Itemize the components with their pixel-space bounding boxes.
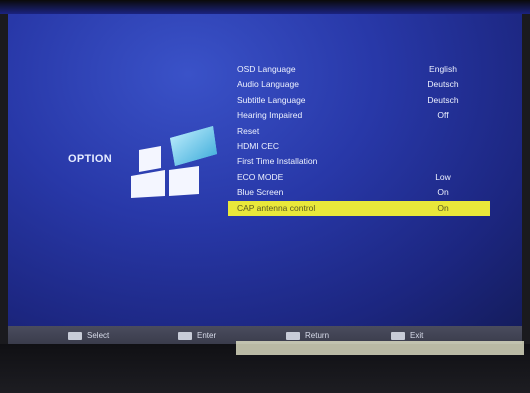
- menu-item-cap-antenna-control[interactable]: CAP antenna control On: [228, 200, 490, 216]
- menu-item-hdmi-cec[interactable]: HDMI CEC: [228, 139, 490, 154]
- exit-key-icon: [391, 331, 405, 340]
- menu-item-value: Deutsch: [427, 94, 459, 105]
- menu-item-eco-mode[interactable]: ECO MODE Low: [228, 170, 490, 185]
- menu-item-value: Low: [435, 171, 451, 182]
- highlight-afterimage: [236, 341, 524, 355]
- hint-label: Enter: [197, 331, 217, 340]
- menu-item-value: On: [437, 202, 449, 213]
- menu-item-first-time-installation[interactable]: First Time Installation: [228, 154, 490, 169]
- option-menu: OSD Language English Audio Language Deut…: [228, 62, 490, 216]
- hint-enter: Enter: [178, 330, 216, 341]
- menu-item-label: Audio Language: [237, 79, 299, 90]
- menu-item-reset[interactable]: Reset: [228, 124, 490, 139]
- menu-item-label: Reset: [237, 125, 260, 136]
- menu-item-subtitle-language[interactable]: Subtitle Language Deutsch: [228, 93, 490, 108]
- menu-item-hearing-impaired[interactable]: Hearing Impaired Off: [228, 108, 490, 123]
- menu-item-label: HDMI CEC: [237, 140, 280, 151]
- enter-key-icon: [178, 331, 192, 340]
- option-logo-icon: [131, 126, 217, 198]
- menu-item-value: English: [429, 64, 457, 74]
- hint-return: Return: [286, 330, 329, 341]
- menu-item-label: CAP antenna control: [237, 202, 316, 213]
- menu-item-osd-language[interactable]: OSD Language English: [228, 62, 490, 77]
- menu-item-blue-screen[interactable]: Blue Screen On: [228, 185, 490, 200]
- hint-label: Exit: [410, 331, 424, 340]
- menu-item-audio-language[interactable]: Audio Language Deutsch: [228, 77, 490, 92]
- menu-item-label: Hearing Impaired: [237, 110, 303, 121]
- return-key-icon: [286, 331, 300, 340]
- menu-item-label: OSD Language: [237, 64, 296, 74]
- hint-exit: Exit: [391, 330, 423, 341]
- menu-title: OPTION: [68, 153, 112, 165]
- menu-item-label: Blue Screen: [237, 187, 284, 198]
- menu-item-value: Off: [437, 110, 449, 121]
- select-key-icon: [68, 331, 82, 340]
- menu-item-label: Subtitle Language: [237, 94, 306, 105]
- menu-item-value: Deutsch: [427, 79, 459, 90]
- hint-label: Select: [87, 331, 110, 340]
- hint-select: Select: [68, 330, 109, 341]
- menu-item-value: On: [437, 187, 449, 198]
- menu-item-label: First Time Installation: [237, 156, 318, 167]
- hint-label: Return: [305, 331, 330, 340]
- tv-bezel-top: [0, 0, 530, 14]
- menu-item-label: ECO MODE: [237, 171, 284, 182]
